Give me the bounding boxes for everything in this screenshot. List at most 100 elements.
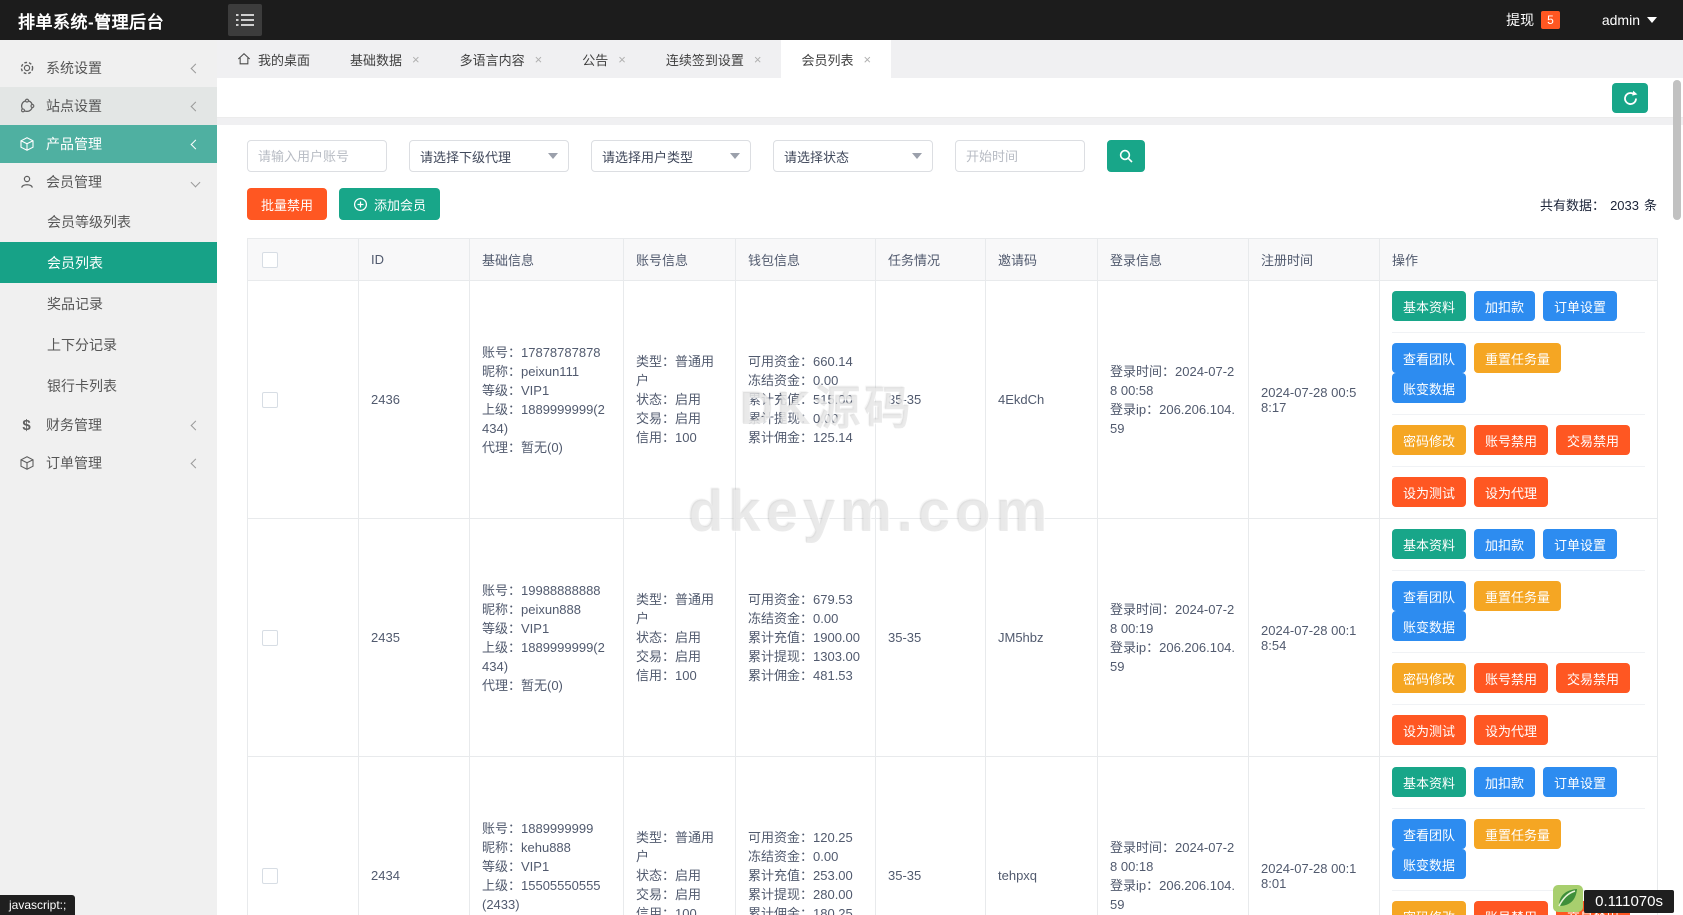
tab-member-list[interactable]: 会员列表 × — [781, 40, 892, 78]
sidebar-item-member-management[interactable]: 会员管理 — [0, 163, 217, 201]
action-basic-info[interactable]: 基本资料 — [1392, 529, 1467, 559]
wallet-line: 累计佣金：125.14 — [748, 430, 853, 445]
tab-multilingual-content[interactable]: 多语言内容 × — [440, 40, 563, 78]
cell-account-info: 类型：普通用户 状态：启用 交易：启用 信用：100 — [623, 756, 736, 915]
cell-id: 2436 — [358, 280, 470, 519]
action-basic-info[interactable]: 基本资料 — [1392, 291, 1467, 321]
action-line: 基本资料 加扣款 订单设置 — [1392, 757, 1645, 808]
action-set-test[interactable]: 设为测试 — [1392, 715, 1467, 745]
action-adjust-funds[interactable]: 加扣款 — [1474, 291, 1536, 321]
filter-row: 请选择下级代理 请选择用户类型 请选择状态 — [247, 140, 1657, 172]
sidebar-item-finance-management[interactable]: $ 财务管理 — [0, 406, 217, 444]
close-icon[interactable]: × — [535, 52, 543, 67]
sidebar-item-site-settings[interactable]: 站点设置 — [0, 87, 217, 125]
sidebar-toggle-button[interactable] — [228, 4, 262, 36]
sidebar-item-label: 站点设置 — [46, 98, 102, 114]
action-order-settings[interactable]: 订单设置 — [1543, 529, 1618, 559]
refresh-button[interactable] — [1612, 83, 1648, 113]
close-icon[interactable]: × — [412, 52, 420, 67]
close-icon[interactable]: × — [618, 52, 626, 67]
action-adjust-funds[interactable]: 加扣款 — [1474, 767, 1536, 797]
cell-wallet-info: 可用资金：120.25 冻结资金：0.00 累计充值：253.00 累计提现：2… — [735, 756, 876, 915]
cell-task: 35-35 — [875, 518, 986, 757]
action-disable-account[interactable]: 账号禁用 — [1474, 663, 1549, 693]
action-disable-account[interactable]: 账号禁用 — [1474, 425, 1549, 455]
action-set-test[interactable]: 设为测试 — [1392, 477, 1467, 507]
cell-basic-info: 账号：1889999999 昵称：kehu888 等级：VIP1 上级：1550… — [469, 756, 624, 915]
account-line: 类型：普通用户 — [636, 592, 715, 626]
tab-checkin-settings[interactable]: 连续签到设置 × — [646, 40, 782, 78]
action-view-team[interactable]: 查看团队 — [1392, 343, 1467, 373]
tab-basic-data[interactable]: 基础数据 × — [330, 40, 440, 78]
basic-line: 代理：暂无(0) — [482, 677, 563, 693]
sidebar-item-label: 系统设置 — [46, 60, 102, 76]
toolbar-strip — [217, 78, 1683, 118]
action-disable-trade[interactable]: 交易禁用 — [1556, 425, 1631, 455]
row-checkbox[interactable] — [262, 867, 278, 884]
user-menu[interactable]: admin — [1602, 12, 1657, 28]
action-reset-tasks[interactable]: 重置任务量 — [1474, 581, 1562, 611]
action-basic-info[interactable]: 基本资料 — [1392, 767, 1467, 797]
sidebar-item-product-management[interactable]: 产品管理 — [0, 125, 217, 163]
action-set-agent[interactable]: 设为代理 — [1474, 477, 1549, 507]
wallet-line: 累计佣金：481.53 — [748, 668, 853, 683]
tab-label: 多语言内容 — [459, 52, 525, 68]
action-disable-account[interactable]: 账号禁用 — [1474, 901, 1549, 915]
action-account-changes[interactable]: 账变数据 — [1392, 611, 1467, 641]
action-disable-trade[interactable]: 交易禁用 — [1556, 663, 1631, 693]
action-view-team[interactable]: 查看团队 — [1392, 581, 1467, 611]
row-checkbox[interactable] — [262, 391, 278, 408]
sidebar-item-system-settings[interactable]: 系统设置 — [0, 49, 217, 87]
status-select[interactable]: 请选择状态 — [773, 140, 933, 172]
action-view-team[interactable]: 查看团队 — [1392, 819, 1467, 849]
select-value: 请选择状态 — [784, 149, 850, 165]
chevron-left-icon — [190, 458, 201, 468]
sidebar-item-order-management[interactable]: 订单管理 — [0, 444, 217, 482]
chevron-left-icon — [190, 63, 201, 73]
action-change-password[interactable]: 密码修改 — [1392, 663, 1467, 693]
sidebar-item-prize-records[interactable]: 奖品记录 — [0, 283, 217, 324]
cell-login-info: 登录时间：2024-07-28 00:58 登录ip：206.206.104.5… — [1097, 280, 1249, 519]
user-type-select[interactable]: 请选择用户类型 — [591, 140, 751, 172]
action-reset-tasks[interactable]: 重置任务量 — [1474, 343, 1562, 373]
account-line: 交易：启用 — [636, 649, 702, 664]
action-order-settings[interactable]: 订单设置 — [1543, 767, 1618, 797]
sidebar-item-member-list[interactable]: 会员列表 — [0, 242, 217, 283]
add-member-button[interactable]: 添加会员 — [339, 188, 441, 220]
agent-select[interactable]: 请选择下级代理 — [409, 140, 569, 172]
batch-disable-button[interactable]: 批量禁用 — [247, 188, 328, 220]
withdraw-link[interactable]: 提现 — [1506, 10, 1534, 30]
sidebar-item-bank-card-list[interactable]: 银行卡列表 — [0, 365, 217, 406]
action-change-password[interactable]: 密码修改 — [1392, 425, 1467, 455]
action-reset-tasks[interactable]: 重置任务量 — [1474, 819, 1562, 849]
start-time-input[interactable] — [955, 140, 1085, 172]
action-account-changes[interactable]: 账变数据 — [1392, 849, 1467, 879]
action-adjust-funds[interactable]: 加扣款 — [1474, 529, 1536, 559]
chevron-down-icon — [730, 153, 740, 159]
leaf-icon — [1553, 885, 1584, 912]
action-line: 密码修改 账号禁用 交易禁用 — [1392, 414, 1645, 466]
tab-my-desktop[interactable]: 我的桌面 — [217, 40, 330, 78]
action-set-agent[interactable]: 设为代理 — [1474, 715, 1549, 745]
table-row: 2435 账号：19988888888 昵称：peixun888 等级：VIP1… — [247, 518, 1658, 757]
action-account-changes[interactable]: 账变数据 — [1392, 373, 1467, 403]
sidebar-item-member-level-list[interactable]: 会员等级列表 — [0, 201, 217, 242]
cell-account-info: 类型：普通用户 状态：启用 交易：启用 信用：100 — [623, 280, 736, 519]
search-button[interactable] — [1107, 140, 1145, 172]
tab-announcement[interactable]: 公告 × — [562, 40, 646, 78]
select-all-checkbox[interactable] — [262, 251, 278, 268]
account-search-input[interactable] — [247, 140, 387, 172]
sidebar-item-updown-records[interactable]: 上下分记录 — [0, 324, 217, 365]
cell-actions: 基本资料 加扣款 订单设置 查看团队 重置任务量 账变数据 密码修改 账号禁用 — [1379, 518, 1658, 757]
wallet-line: 冻结资金：0.00 — [748, 849, 839, 864]
row-checkbox[interactable] — [262, 629, 278, 646]
action-order-settings[interactable]: 订单设置 — [1543, 291, 1618, 321]
close-icon[interactable]: × — [754, 52, 762, 67]
action-change-password[interactable]: 密码修改 — [1392, 901, 1467, 915]
scrollbar-thumb[interactable] — [1673, 80, 1681, 220]
withdraw-badge: 5 — [1541, 11, 1560, 29]
close-icon[interactable]: × — [863, 52, 871, 67]
col-header-actions: 操作 — [1379, 238, 1658, 281]
sidebar-item-label: 会员管理 — [46, 174, 102, 190]
chevron-left-icon — [190, 139, 201, 149]
